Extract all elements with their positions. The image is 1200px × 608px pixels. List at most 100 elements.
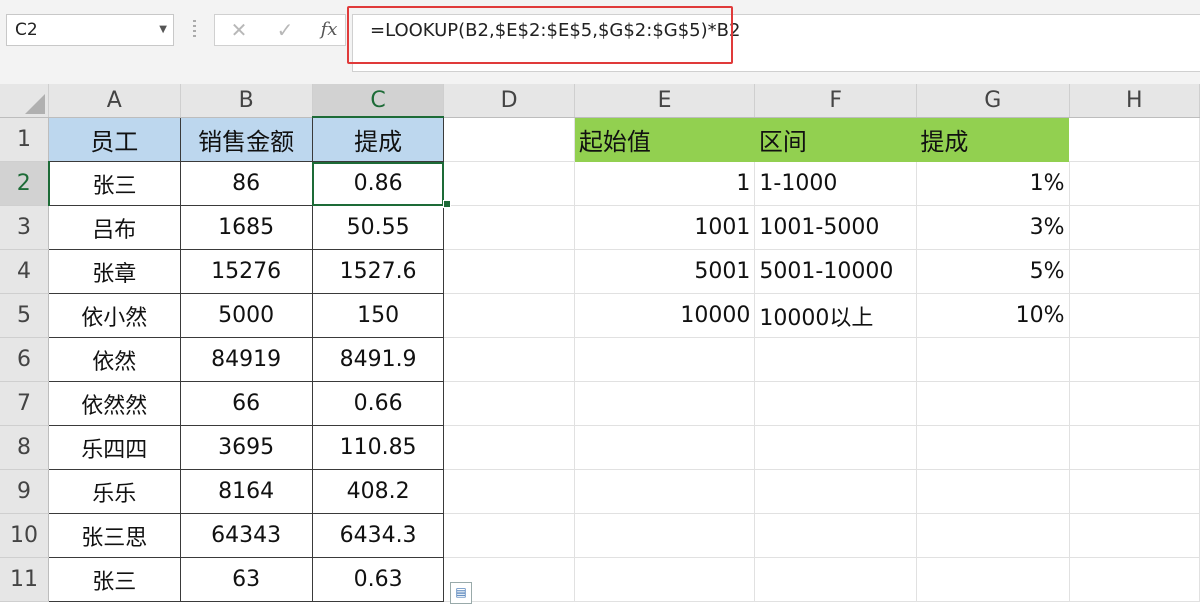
cell-g8[interactable] <box>916 425 1070 470</box>
cell-d7[interactable] <box>443 381 575 426</box>
cell-b1[interactable]: 销售金额 <box>179 116 313 162</box>
column-header-c[interactable]: C <box>312 84 445 118</box>
cell-c10[interactable]: 6434.3 <box>311 513 445 558</box>
cell-c7[interactable]: 0.66 <box>311 381 445 426</box>
row-header-5[interactable]: 5 <box>0 293 50 338</box>
cell-e9[interactable] <box>574 469 756 514</box>
cell-h7[interactable] <box>1069 381 1200 426</box>
quick-analysis-icon[interactable]: ▤ <box>450 582 472 604</box>
cell-h11[interactable] <box>1069 557 1200 602</box>
cell-g10[interactable] <box>916 513 1070 558</box>
column-header-a[interactable]: A <box>48 84 181 118</box>
cell-b3[interactable]: 1685 <box>179 205 313 250</box>
cell-h1[interactable] <box>1069 117 1200 162</box>
cell-e3[interactable]: 1001 <box>574 205 756 250</box>
cell-g3[interactable]: 3% <box>916 205 1070 250</box>
cell-c9[interactable]: 408.2 <box>311 469 445 514</box>
cell-f9[interactable] <box>754 469 917 514</box>
cell-a3[interactable]: 吕布 <box>48 205 181 250</box>
cell-h6[interactable] <box>1069 337 1200 382</box>
select-all-corner[interactable] <box>0 84 50 118</box>
cell-g1[interactable]: 提成 <box>916 117 1070 162</box>
cell-g6[interactable] <box>916 337 1070 382</box>
cell-a11[interactable]: 张三 <box>48 557 181 602</box>
cell-d10[interactable] <box>443 513 575 558</box>
cell-g11[interactable] <box>916 557 1070 602</box>
cell-b8[interactable]: 3695 <box>179 425 313 470</box>
cell-e6[interactable] <box>574 337 756 382</box>
cell-g2[interactable]: 1% <box>916 161 1070 206</box>
chevron-down-icon[interactable]: ▼ <box>159 15 167 45</box>
cell-f1[interactable]: 区间 <box>754 117 917 162</box>
row-header-2[interactable]: 2 <box>0 161 50 206</box>
cell-b2[interactable]: 86 <box>179 161 313 206</box>
row-header-6[interactable]: 6 <box>0 337 50 382</box>
row-header-4[interactable]: 4 <box>0 249 50 294</box>
cell-h8[interactable] <box>1069 425 1200 470</box>
row-header-9[interactable]: 9 <box>0 469 50 514</box>
cancel-icon[interactable]: ✕ <box>221 15 257 45</box>
cell-a10[interactable]: 张三思 <box>48 513 181 558</box>
cell-f10[interactable] <box>754 513 917 558</box>
cell-c3[interactable]: 50.55 <box>311 205 445 250</box>
name-box[interactable]: C2 ▼ <box>6 14 174 46</box>
cell-c4[interactable]: 1527.6 <box>311 249 445 294</box>
cell-f3[interactable]: 1001-5000 <box>754 205 917 250</box>
cell-c11[interactable]: 0.63 <box>311 557 445 602</box>
cell-c2[interactable]: 0.86 <box>311 161 445 206</box>
cell-c6[interactable]: 8491.9 <box>311 337 445 382</box>
cell-e11[interactable] <box>574 557 756 602</box>
cell-a2[interactable]: 张三 <box>48 161 181 206</box>
column-header-b[interactable]: B <box>180 84 313 118</box>
cell-b4[interactable]: 15276 <box>179 249 313 294</box>
cell-g7[interactable] <box>916 381 1070 426</box>
cell-f5[interactable]: 10000以上 <box>754 293 917 338</box>
cell-d5[interactable] <box>443 293 575 338</box>
cell-b6[interactable]: 84919 <box>179 337 313 382</box>
row-header-8[interactable]: 8 <box>0 425 50 470</box>
cell-f2[interactable]: 1-1000 <box>754 161 917 206</box>
cell-d2[interactable] <box>443 161 575 206</box>
cell-c1[interactable]: 提成 <box>311 116 445 162</box>
cell-h9[interactable] <box>1069 469 1200 514</box>
cell-a6[interactable]: 依然 <box>48 337 181 382</box>
cell-c8[interactable]: 110.85 <box>311 425 445 470</box>
drag-handle[interactable] <box>193 20 196 40</box>
row-header-1[interactable]: 1 <box>0 117 50 162</box>
row-header-11[interactable]: 11 <box>0 557 50 602</box>
cell-e10[interactable] <box>574 513 756 558</box>
cell-e2[interactable]: 1 <box>574 161 756 206</box>
cell-g4[interactable]: 5% <box>916 249 1070 294</box>
cell-h5[interactable] <box>1069 293 1200 338</box>
cell-h10[interactable] <box>1069 513 1200 558</box>
column-header-h[interactable]: H <box>1069 84 1200 118</box>
cell-b10[interactable]: 64343 <box>179 513 313 558</box>
cell-c5[interactable]: 150 <box>311 293 445 338</box>
fill-handle[interactable] <box>443 200 451 208</box>
cell-f11[interactable] <box>754 557 917 602</box>
cell-g5[interactable]: 10% <box>916 293 1070 338</box>
cell-b9[interactable]: 8164 <box>179 469 313 514</box>
cell-d3[interactable] <box>443 205 575 250</box>
cell-a4[interactable]: 张章 <box>48 249 181 294</box>
row-header-10[interactable]: 10 <box>0 513 50 558</box>
cell-e7[interactable] <box>574 381 756 426</box>
cell-f7[interactable] <box>754 381 917 426</box>
cell-e8[interactable] <box>574 425 756 470</box>
cell-e1[interactable]: 起始值 <box>574 117 755 162</box>
column-header-g[interactable]: G <box>916 84 1070 118</box>
cell-g9[interactable] <box>916 469 1070 514</box>
cell-b11[interactable]: 63 <box>179 557 313 602</box>
cell-h4[interactable] <box>1069 249 1200 294</box>
confirm-icon[interactable]: ✓ <box>267 15 303 45</box>
cell-d4[interactable] <box>443 249 575 294</box>
cell-b5[interactable]: 5000 <box>179 293 313 338</box>
row-header-7[interactable]: 7 <box>0 381 50 426</box>
cell-d8[interactable] <box>443 425 575 470</box>
cell-a7[interactable]: 依然然 <box>48 381 181 426</box>
cell-f6[interactable] <box>754 337 917 382</box>
cell-d1[interactable] <box>443 117 575 162</box>
cell-d9[interactable] <box>443 469 575 514</box>
cell-a8[interactable]: 乐四四 <box>48 425 181 470</box>
cell-f4[interactable]: 5001-10000 <box>754 249 917 294</box>
